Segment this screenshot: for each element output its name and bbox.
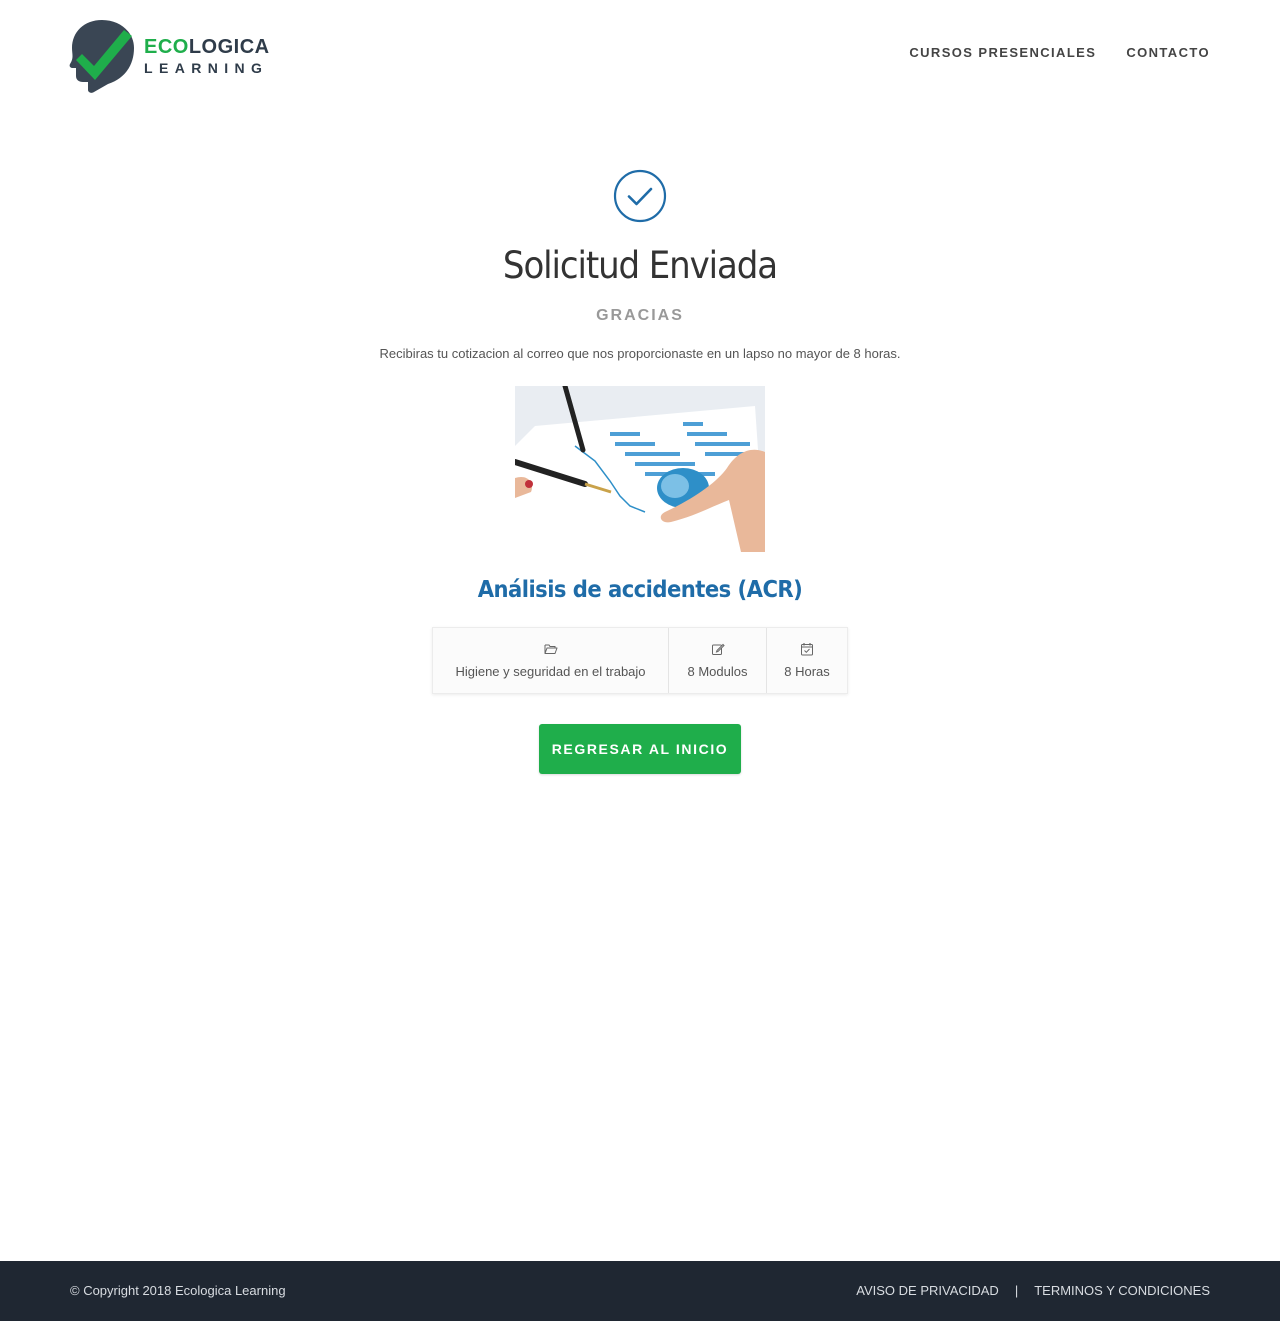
nav-contacto[interactable]: CONTACTO (1126, 44, 1210, 62)
course-modules-label: 8 Modulos (687, 664, 748, 679)
course-info-box: Higiene y seguridad en el trabajo 8 Modu… (432, 627, 848, 694)
course-hours-label: 8 Horas (784, 664, 830, 679)
footer-links: AVISO DE PRIVACIDAD | TERMINOS Y CONDICI… (856, 1282, 1210, 1300)
main-nav: CURSOS PRESENCIALES CONTACTO (909, 44, 1210, 62)
calendar-check-icon (801, 643, 813, 656)
course-category: Higiene y seguridad en el trabajo (433, 628, 669, 693)
ecologica-learning-logo[interactable]: ECOLOGICA LEARNING (68, 18, 270, 94)
logo-wordmark: ECOLOGICA LEARNING (144, 36, 270, 77)
footer-separator: | (1014, 1283, 1019, 1298)
logo-word-learning: LEARNING (144, 60, 269, 76)
site-footer: © Copyright 2018 Ecologica Learning AVIS… (0, 1261, 1280, 1321)
edit-icon (711, 643, 725, 655)
footer-link-aviso-privacidad[interactable]: AVISO DE PRIVACIDAD (856, 1282, 999, 1300)
course-category-label: Higiene y seguridad en el trabajo (455, 664, 646, 679)
site-header: ECOLOGICA LEARNING CURSOS PRESENCIALES C… (0, 0, 1280, 110)
head-check-logo-icon (69, 20, 134, 93)
course-image (515, 386, 765, 552)
confirmation-message: Recibiras tu cotizacion al correo que no… (379, 346, 901, 361)
course-modules: 8 Modulos (669, 628, 767, 693)
check-circle-icon (613, 169, 667, 223)
page-title: Solicitud Enviada (502, 244, 778, 287)
nav-cursos-presenciales[interactable]: CURSOS PRESENCIALES (909, 44, 1096, 62)
course-title: Análisis de accidentes (ACR) (477, 577, 803, 603)
folder-open-icon (544, 644, 557, 654)
logo-word-ecologica: ECOLOGICA (144, 36, 270, 58)
page-subtitle: GRACIAS (596, 307, 684, 324)
copyright-text: © Copyright 2018 Ecologica Learning (70, 1283, 286, 1298)
logo-logica: LOGICA (188, 36, 270, 58)
logo-eco: ECO (144, 36, 189, 58)
footer-link-terminos[interactable]: TERMINOS Y CONDICIONES (1034, 1282, 1210, 1300)
back-to-home-button[interactable]: REGRESAR AL INICIO (539, 724, 741, 774)
course-hours: 8 Horas (767, 628, 847, 693)
course-photo-graphic (515, 386, 765, 552)
